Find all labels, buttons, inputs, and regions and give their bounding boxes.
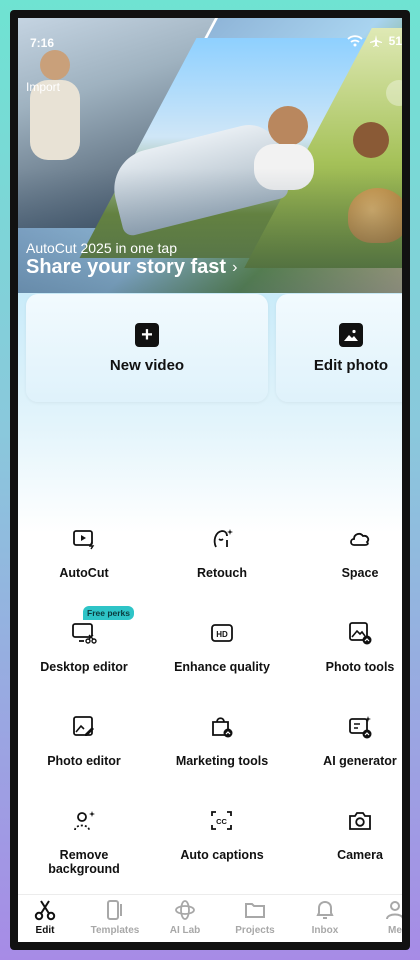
free-perks-badge: Free perks bbox=[83, 606, 134, 620]
folder-icon bbox=[244, 899, 266, 921]
chevron-right-icon: › bbox=[232, 258, 238, 276]
edit-photo-card[interactable]: Edit photo bbox=[276, 294, 402, 402]
tool-label: Desktop editor bbox=[40, 660, 128, 674]
tool-label: Retouch bbox=[197, 566, 247, 580]
nav-templates[interactable]: Templates bbox=[80, 899, 150, 936]
tool-photo-tools[interactable]: Photo tools bbox=[296, 620, 402, 674]
nav-edit[interactable]: Edit bbox=[18, 899, 80, 936]
tool-label: AI generator bbox=[323, 754, 397, 768]
new-video-label: New video bbox=[109, 356, 185, 374]
photo-tools-icon bbox=[347, 620, 373, 646]
tool-label: Photo editor bbox=[47, 754, 121, 768]
hero-title-text: Share your story fast bbox=[26, 256, 227, 278]
tool-ai-generator[interactable]: AI generator bbox=[296, 714, 402, 768]
bottom-nav: Edit Templates AI Lab Projects Inbox Me bbox=[18, 894, 402, 942]
captions-icon: CC bbox=[209, 808, 235, 834]
tool-desktop-editor[interactable]: Desktop editor bbox=[20, 620, 148, 674]
nav-label: Me bbox=[388, 925, 402, 936]
hero-person bbox=[268, 106, 308, 146]
autocut-icon bbox=[71, 526, 97, 552]
airplane-icon bbox=[369, 34, 383, 48]
hero-person bbox=[353, 122, 389, 158]
app-screen: 7:16 51 Import AutoCut 2025 in one tap S… bbox=[18, 18, 402, 942]
ai-lab-icon bbox=[174, 899, 196, 921]
desktop-scissors-icon bbox=[71, 620, 97, 646]
nav-inbox[interactable]: Inbox bbox=[290, 899, 360, 936]
hero-banner[interactable]: 7:16 51 Import AutoCut 2025 in one tap S… bbox=[18, 18, 402, 293]
edit-photo-label: Edit photo bbox=[313, 356, 389, 374]
bell-icon bbox=[314, 899, 336, 921]
image-square-icon bbox=[339, 322, 363, 347]
tool-remove-background[interactable]: Remove background bbox=[20, 808, 148, 876]
hd-icon: HD bbox=[209, 620, 235, 646]
photo-edit-icon bbox=[71, 714, 97, 740]
wifi-icon bbox=[347, 35, 363, 47]
nav-label: Projects bbox=[235, 925, 275, 936]
retouch-icon bbox=[209, 526, 235, 552]
remove-bg-icon bbox=[71, 808, 97, 834]
tool-photo-editor[interactable]: Photo editor bbox=[20, 714, 148, 768]
cloud-icon bbox=[347, 526, 373, 552]
import-label[interactable]: Import bbox=[26, 80, 60, 94]
tool-label-text: Remove background bbox=[48, 848, 120, 876]
ai-generator-icon bbox=[347, 714, 373, 740]
svg-text:CC: CC bbox=[216, 817, 227, 826]
tool-camera[interactable]: Camera bbox=[296, 808, 402, 862]
nav-ai-lab[interactable]: AI Lab bbox=[150, 899, 220, 936]
tool-enhance-quality[interactable]: HD Enhance quality bbox=[158, 620, 286, 674]
tool-label: Photo tools bbox=[325, 660, 395, 674]
scissors-icon bbox=[34, 899, 56, 921]
templates-icon bbox=[104, 899, 126, 921]
tool-label: AutoCut bbox=[59, 566, 109, 580]
tool-retouch[interactable]: Retouch bbox=[158, 526, 286, 580]
nav-projects[interactable]: Projects bbox=[220, 899, 290, 936]
hero-subtitle: AutoCut 2025 in one tap bbox=[26, 240, 178, 256]
new-video-card[interactable]: + New video bbox=[26, 294, 268, 402]
hero-title[interactable]: Share your story fast › bbox=[26, 256, 237, 279]
nav-label: Templates bbox=[90, 925, 140, 936]
nav-label: AI Lab bbox=[169, 925, 201, 936]
svg-text:HD: HD bbox=[216, 630, 228, 639]
tool-space[interactable]: Space bbox=[296, 526, 402, 580]
tool-autocut[interactable]: AutoCut bbox=[20, 526, 148, 580]
status-bar: 7:16 51 bbox=[18, 18, 402, 62]
tool-auto-captions[interactable]: CC Auto captions bbox=[158, 808, 286, 862]
camera-icon bbox=[347, 808, 373, 834]
nav-label: Inbox bbox=[311, 925, 339, 936]
battery-level: 51 bbox=[388, 34, 402, 48]
marketing-bag-icon bbox=[209, 714, 235, 740]
tool-label: Enhance quality bbox=[174, 660, 270, 674]
tool-label: Space bbox=[341, 566, 379, 580]
status-time: 7:16 bbox=[30, 36, 55, 50]
status-indicators: 51 bbox=[347, 34, 402, 48]
person-icon bbox=[384, 899, 402, 921]
tool-label: Auto captions bbox=[180, 848, 264, 862]
plus-square-icon: + bbox=[135, 322, 159, 347]
nav-me[interactable]: Me bbox=[360, 899, 402, 936]
tool-label: Remove background bbox=[39, 848, 129, 876]
device-frame: 7:16 51 Import AutoCut 2025 in one tap S… bbox=[10, 10, 410, 950]
tool-marketing-tools[interactable]: Marketing tools bbox=[158, 714, 286, 768]
tool-label: Camera bbox=[337, 848, 383, 862]
tool-label: Marketing tools bbox=[175, 754, 269, 768]
nav-label: Edit bbox=[35, 925, 55, 936]
